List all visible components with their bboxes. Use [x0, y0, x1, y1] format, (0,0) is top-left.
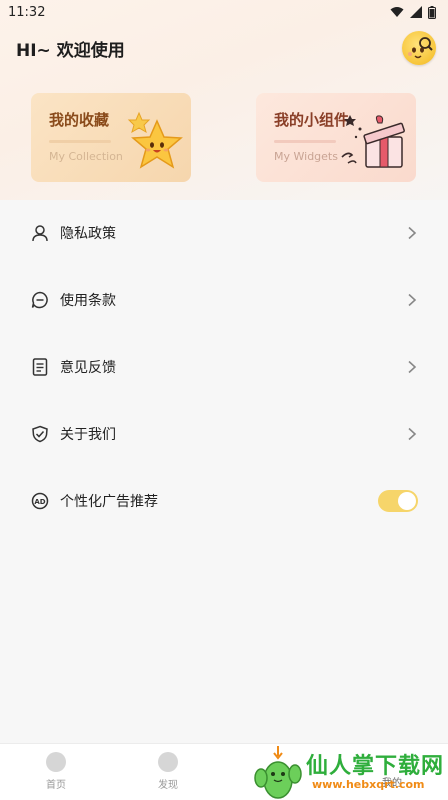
gift-box-icon — [341, 115, 405, 168]
menu-label-about-us: 关于我们 — [60, 427, 116, 443]
chevron-right-icon — [408, 226, 417, 240]
watermark: 仙人掌下载网 我的 www.hebxqrt.com — [250, 744, 448, 800]
chat-bubble-icon — [30, 290, 50, 310]
menu-label-terms-of-use: 使用条款 — [60, 293, 116, 309]
watermark-url: www.hebxqrt.com — [312, 778, 425, 791]
document-icon — [30, 357, 50, 377]
status-time: 11:32 — [8, 4, 46, 20]
menu-item-feedback[interactable]: 意见反馈 — [0, 341, 448, 393]
menu-item-personalized-ads: AD 个性化广告推荐 — [0, 475, 448, 527]
nav-label-home: 首页 — [46, 780, 66, 791]
my-collection-card[interactable]: 我的收藏 My Collection — [31, 93, 191, 182]
battery-icon — [428, 5, 436, 19]
header: HI~ 欢迎使用 — [0, 28, 448, 68]
star-mascot-icon — [127, 111, 183, 169]
menu-label-feedback: 意见反馈 — [60, 360, 116, 376]
chevron-right-icon — [408, 360, 417, 374]
compass-icon — [158, 752, 178, 772]
svg-text:AD: AD — [34, 498, 45, 506]
wifi-icon — [390, 7, 404, 17]
shield-check-icon — [30, 424, 50, 444]
card-divider — [274, 140, 336, 143]
ad-icon: AD — [30, 491, 50, 511]
menu-item-privacy-policy[interactable]: 隐私政策 — [0, 207, 448, 259]
chevron-right-icon — [408, 293, 417, 307]
toggle-knob — [398, 492, 416, 510]
menu-item-terms-of-use[interactable]: 使用条款 — [0, 274, 448, 326]
nav-label-discover: 发现 — [158, 780, 178, 791]
my-widgets-title: 我的小组件 — [274, 111, 350, 129]
personalized-ads-toggle[interactable] — [378, 490, 418, 512]
my-collection-title: 我的收藏 — [49, 111, 110, 129]
card-divider — [49, 140, 111, 143]
greeting-title: HI~ 欢迎使用 — [16, 40, 125, 61]
watermark-title: 仙人掌下载网 — [306, 754, 445, 779]
menu-label-personalized-ads: 个性化广告推荐 — [60, 494, 158, 510]
menu-item-about-us[interactable]: 关于我们 — [0, 408, 448, 460]
home-icon — [46, 752, 66, 772]
my-widgets-card[interactable]: 我的小组件 My Widgets — [256, 93, 416, 182]
chevron-right-icon — [408, 427, 417, 441]
status-bar: 11:32 — [0, 0, 448, 24]
my-widgets-subtitle: My Widgets — [274, 150, 338, 163]
avatar[interactable] — [402, 31, 436, 65]
avatar-face-icon — [408, 37, 433, 59]
menu-label-privacy-policy: 隐私政策 — [60, 226, 116, 242]
cactus-logo-icon — [254, 746, 302, 799]
status-icons — [390, 5, 436, 19]
my-collection-subtitle: My Collection — [49, 150, 123, 163]
nav-item-home[interactable]: 首页 — [26, 752, 86, 791]
signal-icon — [410, 6, 422, 18]
nav-item-discover[interactable]: 发现 — [138, 752, 198, 791]
person-icon — [30, 223, 50, 243]
